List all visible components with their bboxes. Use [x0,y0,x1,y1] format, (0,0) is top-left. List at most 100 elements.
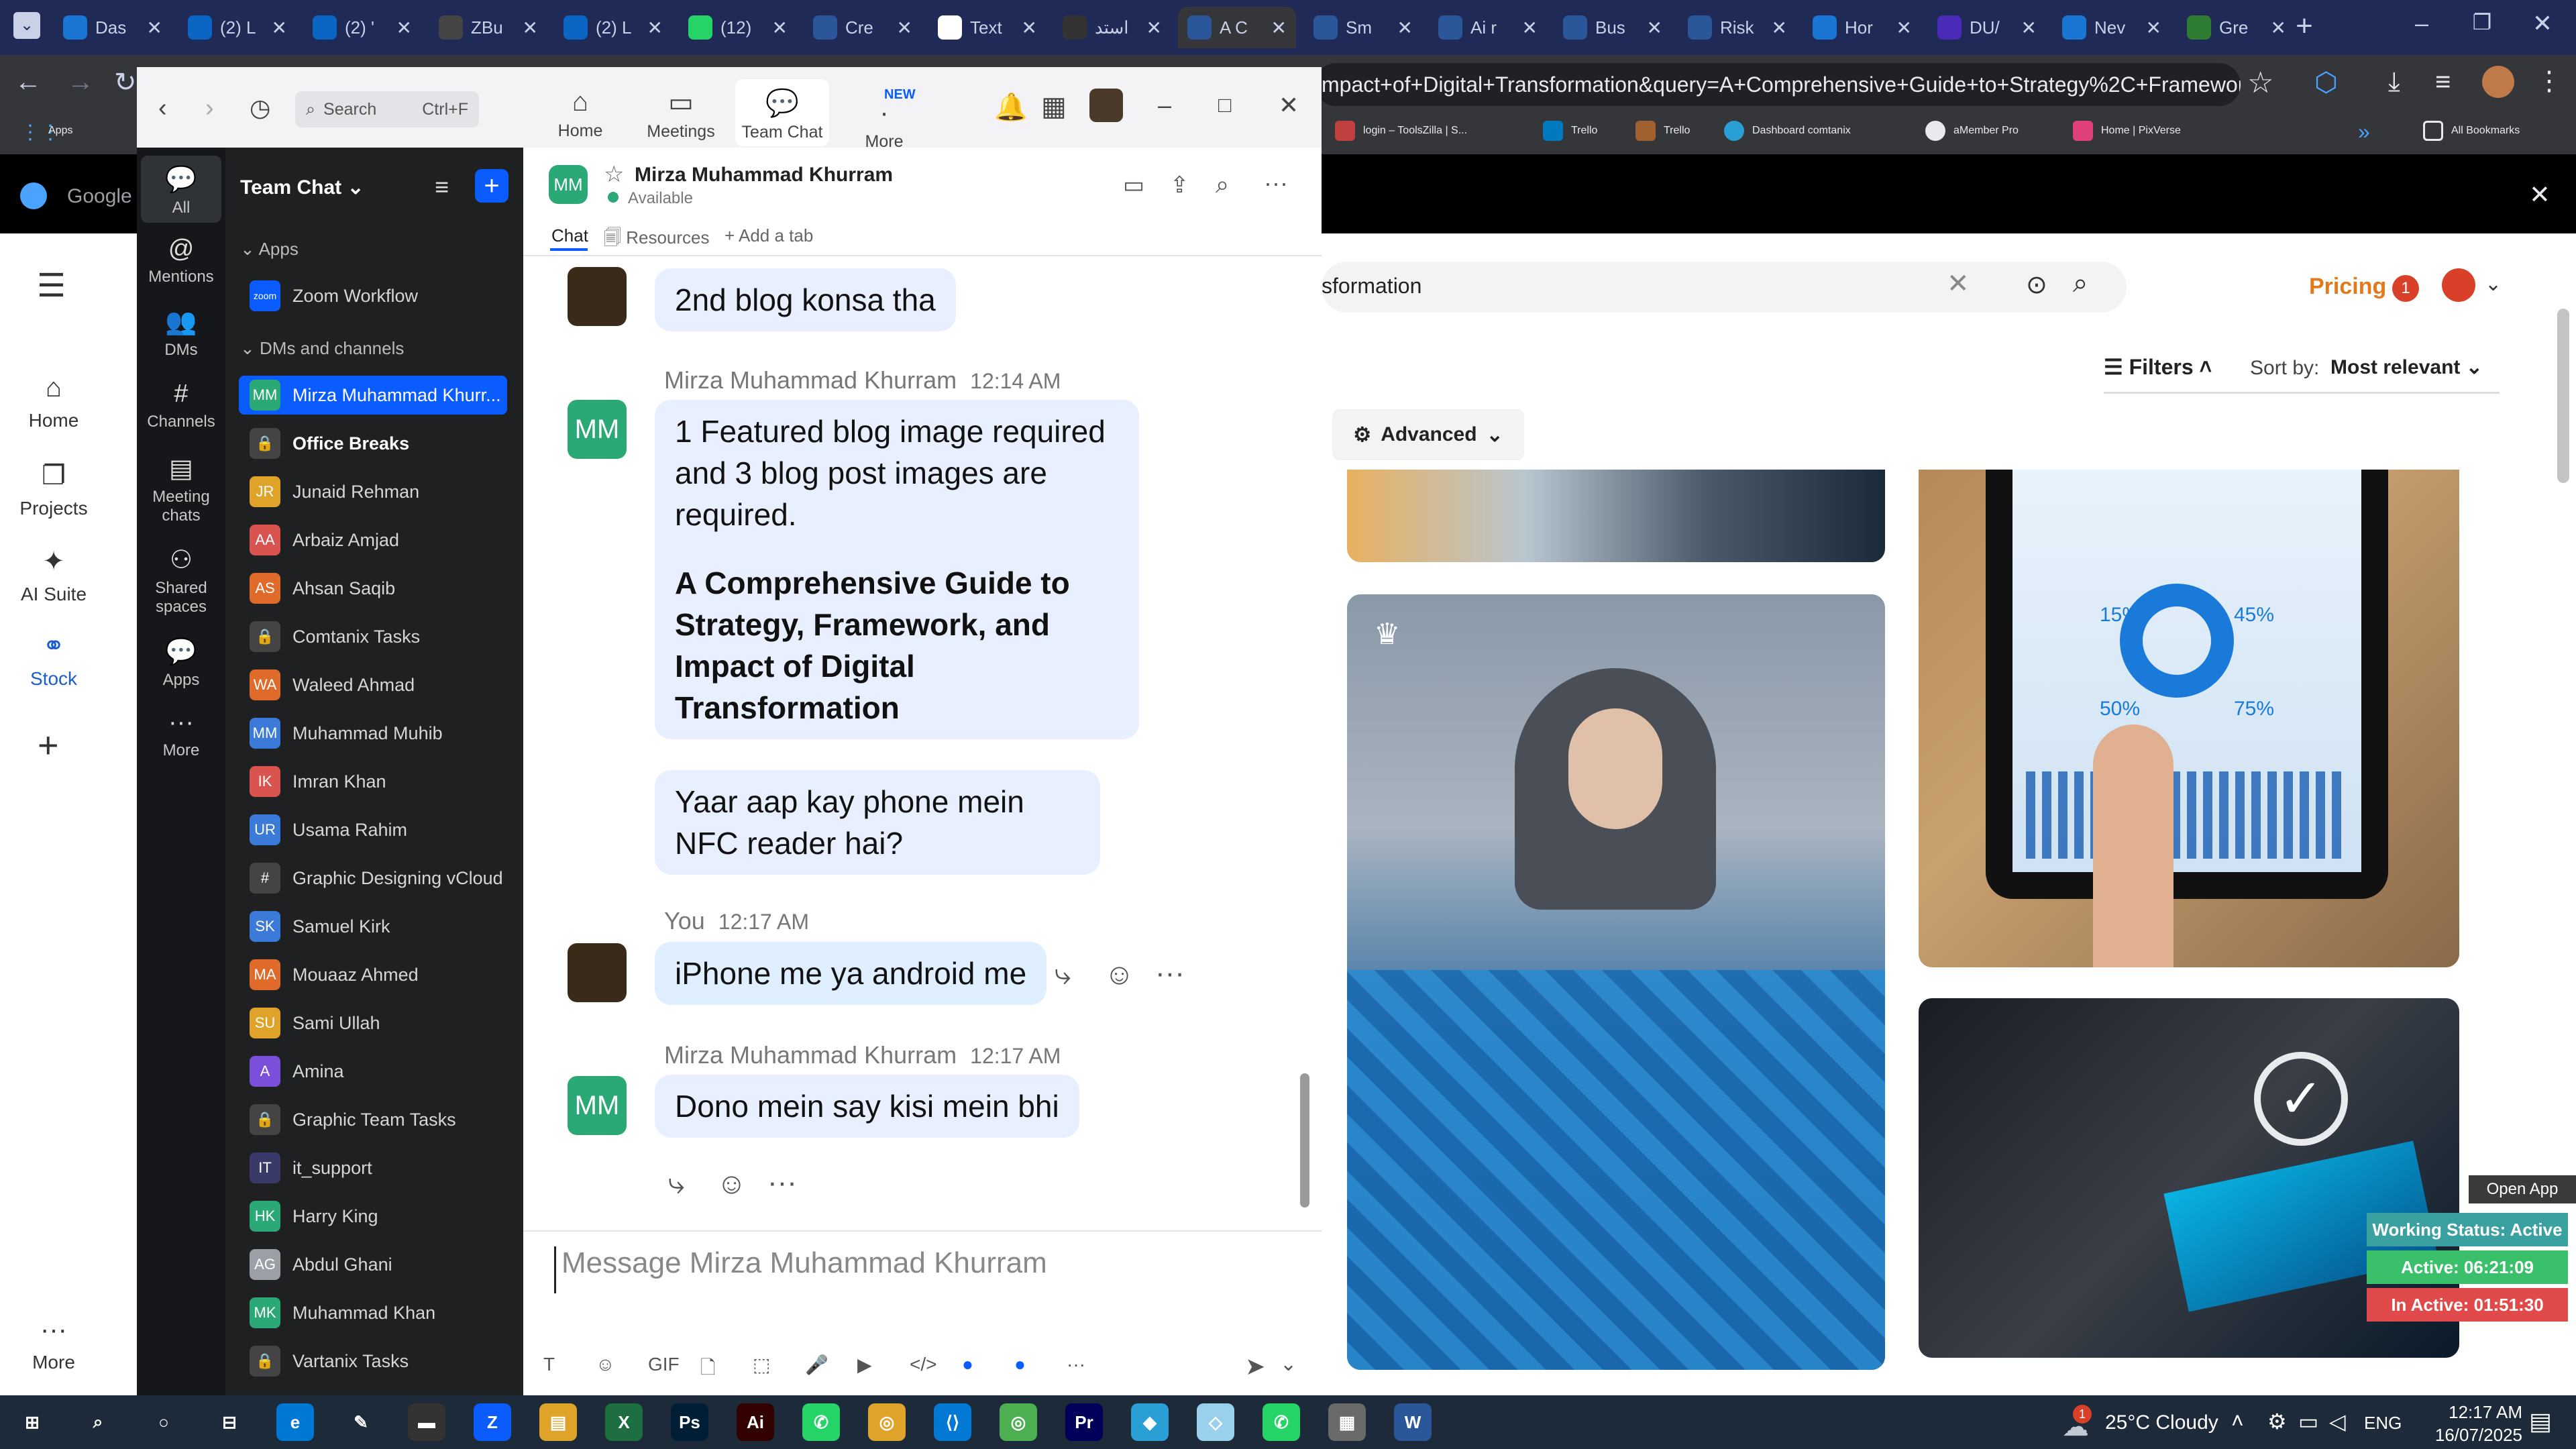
rail-apps[interactable]: 💬 Apps [137,637,225,690]
taskbar-app-icon[interactable]: Pr [1065,1403,1103,1441]
browser-tab[interactable]: Text ✕ [928,7,1046,48]
clock-time[interactable]: 12:17 AM [2428,1402,2522,1423]
chat-scrollbar[interactable] [1300,1073,1309,1208]
subtab-chat[interactable]: Chat [551,225,588,246]
more-options-icon[interactable]: ··· [767,1166,797,1199]
rail-mentions[interactable]: @ Mentions [137,235,225,286]
tab-close-icon[interactable]: ✕ [897,17,912,39]
forward-icon[interactable]: → [67,67,94,97]
taskbar-app-icon[interactable]: X [605,1403,643,1441]
all-bookmarks[interactable]: All Bookmarks [2423,121,2520,141]
taskbar-app-icon[interactable]: ◆ [1131,1403,1169,1441]
add-icon[interactable]: + [38,724,59,766]
camera-search-icon[interactable]: ⊙ [2026,270,2047,300]
contact-item[interactable]: 🔒 Comtanix Tasks [239,617,507,656]
zoom-minimize-icon[interactable]: – [1158,91,1171,119]
taskbar-app-icon[interactable]: ▤ [539,1403,577,1441]
bookmark-dashboard-comtanix[interactable]: Dashboard comtanix [1724,121,1851,141]
message-composer[interactable]: Message Mirza Muhammad Khurram [554,1246,1292,1293]
tab-search-icon[interactable]: ⌄ [13,12,40,39]
tab-close-icon[interactable]: ✕ [147,17,162,39]
contact-item[interactable]: MM Mirza Muhammad Khurr... [239,376,507,415]
search-icon[interactable]: ⌕ [2073,268,2088,299]
more-options-icon[interactable]: ··· [1155,957,1185,990]
browser-tab[interactable]: Ai r ✕ [1429,7,1547,48]
advanced-button[interactable]: ⚙ Advanced ⌄ [1332,409,1524,460]
tray-meet-icon[interactable]: ⚙ [2267,1409,2287,1434]
bookmark-trello-1[interactable]: Trello [1543,121,1597,141]
message-bubble[interactable]: 2nd blog konsa tha [655,268,956,331]
message-bubble[interactable]: iPhone me ya android me [655,942,1047,1005]
contact-item[interactable]: 🔒 Vartanix Tasks [239,1342,507,1381]
contact-item[interactable]: JR Junaid Rehman [239,472,507,511]
taskbar-app-icon[interactable]: ▦ [1328,1403,1366,1441]
tab-close-icon[interactable]: ✕ [1522,17,1538,39]
contact-item[interactable]: UR Usama Rahim [239,810,507,849]
message-bubble[interactable]: Yaar aap kay phone mein NFC reader hai? [655,770,1100,875]
nav-more[interactable]: ··· More [0,1315,107,1373]
subtab-resources[interactable]: 🗐 Resources [604,225,709,255]
account-chevron-icon[interactable]: ⌄ [2485,272,2502,296]
browser-tab[interactable]: Cre ✕ [804,7,922,48]
share-screen-icon[interactable]: ⇪ [1170,172,1189,199]
chat-header-name[interactable]: Mirza Muhammad Khurram [635,164,893,186]
tray-chevron-icon[interactable]: ˄ [2231,1409,2244,1434]
composer-tool-icon[interactable]: ▶ [857,1354,872,1376]
taskbar-app-icon[interactable]: e [276,1403,314,1441]
taskbar-app-icon[interactable]: ▬ [408,1403,445,1441]
browser-tab[interactable]: ZBu ✕ [429,7,547,48]
tab-close-icon[interactable]: ✕ [1896,17,1912,39]
stock-image-office[interactable] [1347,470,1885,562]
video-call-icon[interactable]: ▭ [1123,172,1144,199]
message-bubble[interactable]: 1 Featured blog image required and 3 blo… [655,400,1139,739]
extension-icon[interactable]: ⬡ [2314,67,2338,98]
zoom-search-box[interactable]: ⌕ Search Ctrl+F [295,91,479,127]
account-avatar[interactable] [2442,268,2475,302]
section-dms[interactable]: ⌄ DMs and channels [240,338,404,359]
bookmark-star-icon[interactable]: ☆ [2247,66,2273,100]
filters-toggle[interactable]: ☰ Filters ˄ [2104,354,2212,380]
contact-item[interactable]: 🔒 Office Breaks [239,424,507,463]
contact-item[interactable]: AS Ahsan Saqib [239,569,507,608]
composer-tool-icon[interactable]: 🎤 [805,1354,828,1376]
send-icon[interactable]: ➤ [1245,1352,1265,1381]
hamburger-menu-icon[interactable]: ☰ [37,267,66,305]
stock-image-tablet-chart[interactable]: 15% 45% 50% 75% [1919,470,2459,967]
contact-item[interactable]: WA Waleed Ahmad [239,665,507,704]
browser-tab[interactable]: A C ✕ [1178,7,1296,48]
rail-all[interactable]: 💬 All [137,165,225,217]
composer-tool-icon[interactable]: GIF [648,1354,680,1375]
profile-avatar[interactable] [2482,66,2514,98]
composer-tool-icon[interactable]: ● [962,1354,973,1375]
rail-meeting-chats[interactable]: ▤ Meeting chats [137,453,225,525]
open-app-button[interactable]: Open App [2469,1175,2576,1203]
taskbar-app-icon[interactable]: Z [474,1403,511,1441]
tab-close-icon[interactable]: ✕ [2021,17,2037,39]
tab-close-icon[interactable]: ✕ [272,17,287,39]
taskbar-app-icon[interactable]: ⊞ [13,1403,51,1441]
taskbar-app-icon[interactable]: Ps [671,1403,708,1441]
favorite-star-icon[interactable]: ☆ [604,161,624,188]
close-browser-icon[interactable]: ✕ [2522,9,2563,43]
contact-item[interactable]: AA Arbaiz Amjad [239,521,507,559]
address-bar[interactable]: mpact+of+Digital+Transformation&query=A+… [1315,63,2241,106]
contact-item[interactable]: IK Imran Khan [239,762,507,801]
browser-tab[interactable]: (2) L ✕ [554,7,672,48]
contact-item[interactable]: SU Sami Ullah [239,1004,507,1042]
restore-browser-icon[interactable]: ❐ [2462,9,2502,43]
rail-more[interactable]: ··· More [137,708,225,760]
composer-tool-icon[interactable]: 🗋 [700,1354,716,1386]
tab-team-chat[interactable]: 💬 Team Chat [732,87,833,142]
emoji-reaction-icon[interactable]: ☺ [1104,958,1134,991]
browser-tab[interactable]: Das ✕ [54,7,172,48]
page-scrollbar[interactable] [2557,309,2569,483]
more-options-icon[interactable]: ··· [1264,169,1288,197]
queue-icon[interactable]: ≡ [2435,67,2451,97]
network-icon[interactable]: ▭ [2298,1409,2318,1434]
history-icon[interactable]: ◷ [250,94,270,122]
bookmark-pixverse[interactable]: Home | PixVerse [2073,121,2181,141]
minimize-browser-icon[interactable]: – [2402,9,2442,43]
taskbar-app-icon[interactable]: ○ [145,1403,182,1441]
emoji-reaction-icon[interactable]: ☺ [716,1167,747,1201]
clear-search-icon[interactable]: ✕ [1947,268,1970,299]
